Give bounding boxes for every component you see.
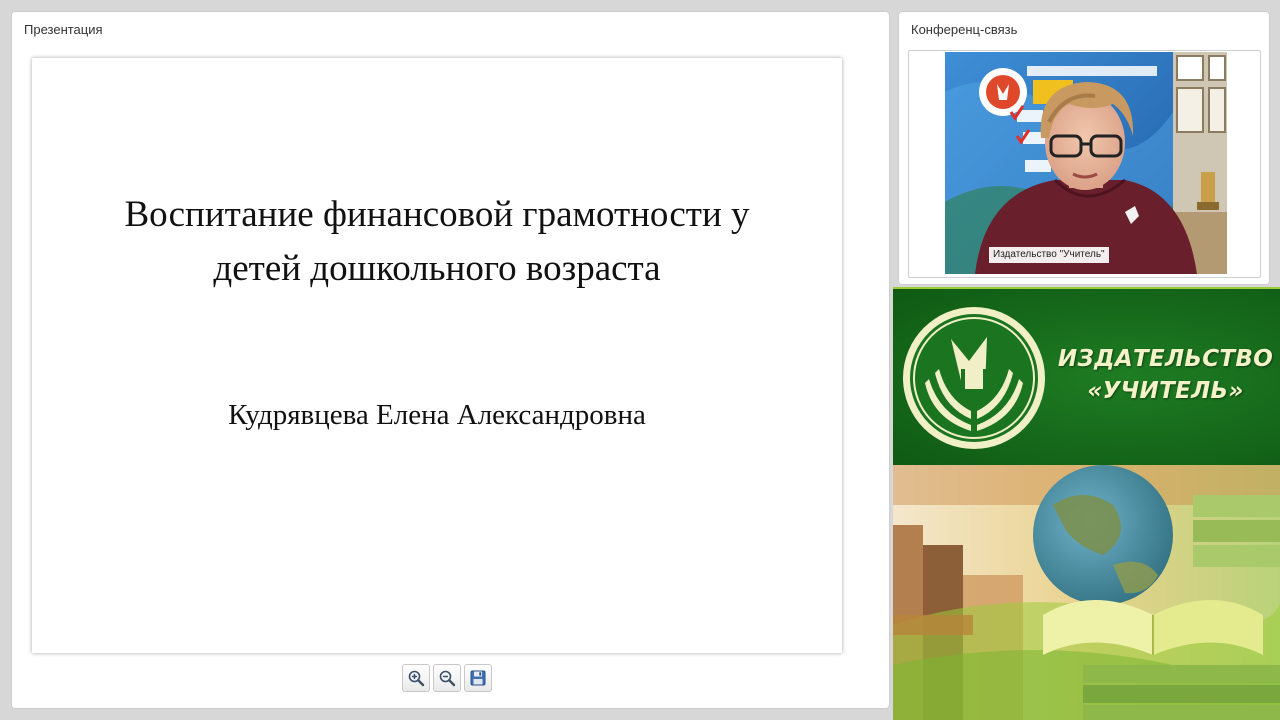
zoom-out-icon [439, 670, 456, 687]
publisher-logo-icon [903, 307, 1045, 449]
video-frame: Издательство "Учитель" [908, 50, 1261, 278]
publisher-banner-artwork [893, 465, 1280, 720]
presentation-panel-title: Презентация [24, 22, 103, 37]
zoom-out-button[interactable] [433, 664, 461, 692]
floppy-disk-icon [470, 670, 486, 686]
webinar-room: Презентация Воспитание финансовой грамот… [0, 0, 1280, 720]
conference-panel: Конференц-связь Издательство "Учитель" [899, 12, 1269, 284]
publisher-name-line1: ИЗДАТЕЛЬСТВО [1057, 346, 1274, 372]
slide-title: Воспитание финансовой грамотности у дете… [124, 194, 750, 289]
presentation-slide: Воспитание финансовой грамотности у дете… [32, 58, 842, 653]
zoom-in-icon [408, 670, 425, 687]
publisher-name-line2: «УЧИТЕЛЬ» [1087, 378, 1244, 404]
video-feed-image [945, 52, 1227, 274]
video-stream[interactable] [945, 52, 1227, 274]
publisher-name: ИЗДАТЕЛЬСТВО «УЧИТЕЛЬ» [1053, 343, 1278, 407]
video-participant-label: Издательство "Учитель" [989, 247, 1109, 263]
save-button[interactable] [464, 664, 492, 692]
presentation-panel: Презентация Воспитание финансовой грамот… [12, 12, 889, 708]
slide-author: Кудрявцева Елена Александровна [228, 399, 646, 431]
conference-panel-title: Конференц-связь [911, 22, 1018, 37]
slide-toolbar [402, 664, 492, 694]
books-globe-image [893, 465, 1280, 720]
publisher-banner: ИЗДАТЕЛЬСТВО «УЧИТЕЛЬ» [893, 287, 1280, 720]
publisher-banner-header: ИЗДАТЕЛЬСТВО «УЧИТЕЛЬ» [893, 287, 1280, 465]
zoom-in-button[interactable] [402, 664, 430, 692]
